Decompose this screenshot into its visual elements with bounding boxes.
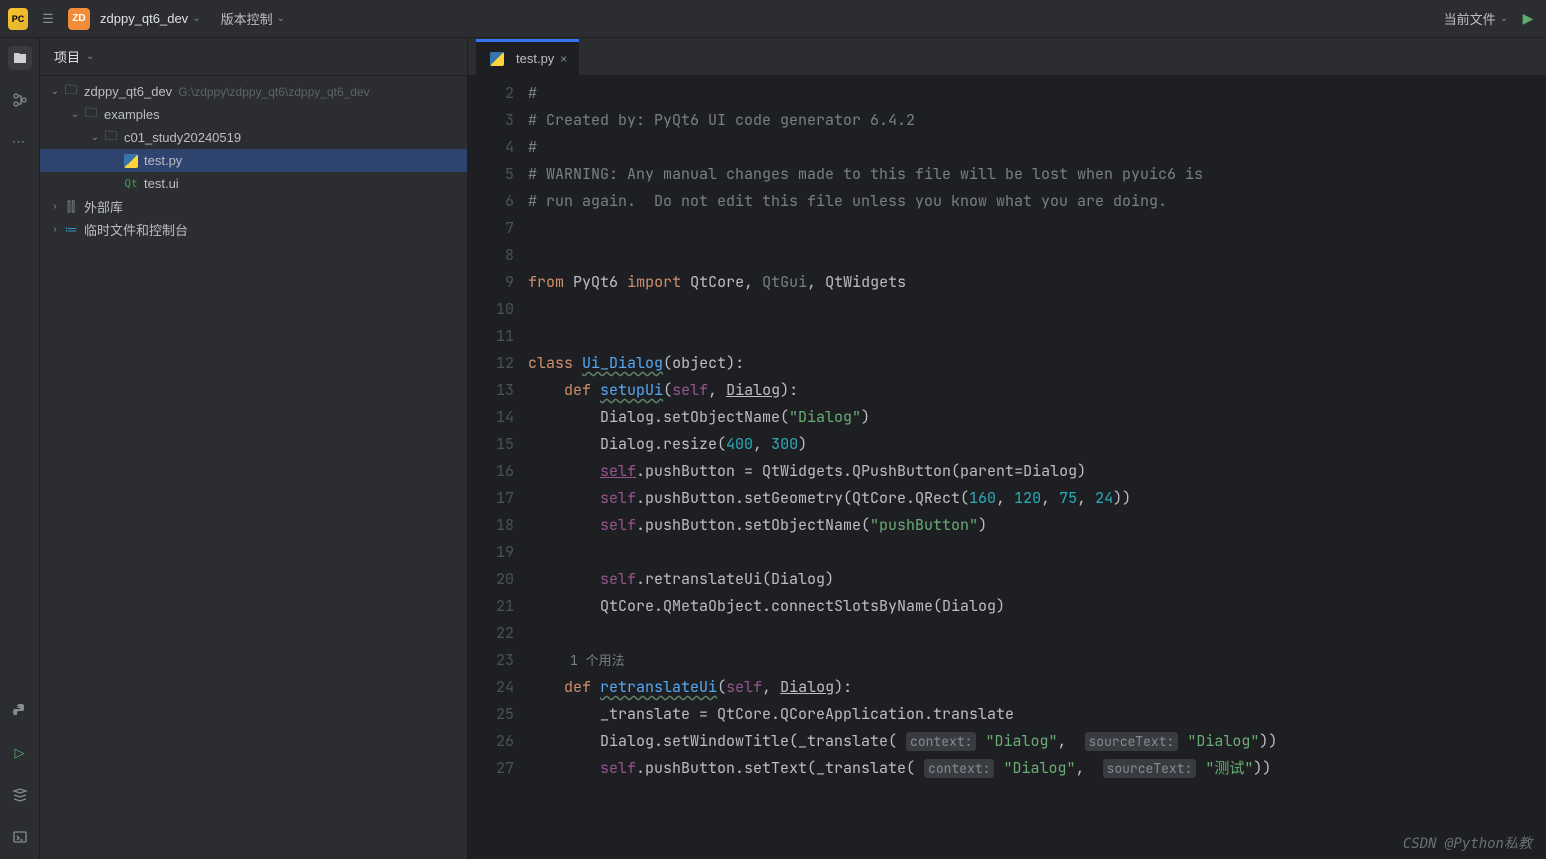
gutter-line: 8 — [468, 242, 514, 269]
gutter-line: 11 — [468, 323, 514, 350]
gutter-line: 18 — [468, 512, 514, 539]
gutter-line: 7 — [468, 215, 514, 242]
gutter-line: 4 — [468, 134, 514, 161]
folder-icon: 🗀 — [82, 104, 100, 126]
gutter-line: 9 — [468, 269, 514, 296]
project-name-dropdown[interactable]: zdppy_qt6_dev ⌄ — [100, 11, 201, 26]
gutter-line: 27 — [468, 755, 514, 782]
tree-label: 临时文件和控制台 — [84, 220, 188, 239]
tab-test-py[interactable]: test.py × — [476, 39, 579, 75]
python-console-icon[interactable] — [8, 699, 32, 723]
tab-bar: test.py × — [468, 38, 1546, 76]
top-left-group: PC ☰ ZD zdppy_qt6_dev ⌄ 版本控制 ⌄ — [8, 8, 285, 30]
gutter-line: 19 — [468, 539, 514, 566]
project-tool-icon[interactable] — [8, 46, 32, 70]
library-icon: ⫿⫿ — [62, 199, 80, 215]
chevron-down-icon: ⌄ — [192, 13, 200, 24]
editor-area: test.py × 234567891011121314151617181920… — [468, 38, 1546, 859]
gutter-line: 20 — [468, 566, 514, 593]
tree-label: test.py — [144, 153, 182, 168]
project-tree: ⌄ 🗀 zdppy_qt6_dev G:\zdppy\zdppy_qt6\zdp… — [40, 76, 467, 245]
tree-external-libs[interactable]: › ⫿⫿ 外部库 — [40, 195, 467, 218]
gutter-line: 25 — [468, 701, 514, 728]
gutter-line: 3 — [468, 107, 514, 134]
top-bar: PC ☰ ZD zdppy_qt6_dev ⌄ 版本控制 ⌄ 当前文件 ⌄ ▶ — [0, 0, 1546, 38]
run-tool-icon[interactable]: ▷ — [8, 741, 32, 765]
gutter-line: 22 — [468, 620, 514, 647]
more-tool-icon[interactable]: ⋯ — [8, 130, 32, 154]
tree-root[interactable]: ⌄ 🗀 zdppy_qt6_dev G:\zdppy\zdppy_qt6\zdp… — [40, 80, 467, 103]
close-icon[interactable]: × — [560, 52, 567, 66]
tree-folder-study[interactable]: ⌄ 🗀 c01_study20240519 — [40, 126, 467, 149]
gutter-line: 6 — [468, 188, 514, 215]
gutter-line: 24 — [468, 674, 514, 701]
gutter-line: 12 — [468, 350, 514, 377]
tree-path: G:\zdppy\zdppy_qt6\zdppy_qt6_dev — [178, 85, 369, 99]
tree-scratches[interactable]: › ≔ 临时文件和控制台 — [40, 218, 467, 241]
gutter-line: 16 — [468, 458, 514, 485]
version-control-dropdown[interactable]: 版本控制 ⌄ — [221, 9, 285, 28]
code-editor[interactable]: 2345678910111213141516171819202122232425… — [468, 76, 1546, 859]
left-tool-rail: ⋯ ▷ — [0, 38, 40, 859]
tree-folder-examples[interactable]: ⌄ 🗀 examples — [40, 103, 467, 126]
services-tool-icon[interactable] — [8, 783, 32, 807]
project-panel-title: 项目 — [54, 47, 80, 66]
tree-label: test.ui — [144, 176, 179, 191]
collapse-icon[interactable]: › — [48, 224, 62, 235]
chevron-down-icon: ⌄ — [277, 13, 285, 24]
top-right-group: 当前文件 ⌄ ▶ — [1444, 9, 1538, 29]
gutter-line: 13 — [468, 377, 514, 404]
run-icon[interactable]: ▶ — [1518, 9, 1538, 29]
gutter-line: 26 — [468, 728, 514, 755]
expand-icon[interactable]: ⌄ — [68, 109, 82, 120]
gutter-line: 10 — [468, 296, 514, 323]
gutter-line: 21 — [468, 593, 514, 620]
current-file-dropdown[interactable]: 当前文件 ⌄ — [1444, 9, 1508, 28]
python-file-icon — [488, 52, 506, 66]
collapse-icon[interactable]: › — [48, 201, 62, 212]
expand-icon[interactable]: ⌄ — [88, 132, 102, 143]
project-badge-icon: ZD — [68, 8, 90, 30]
pycharm-logo-icon: PC — [8, 9, 28, 29]
folder-icon: 🗀 — [102, 127, 120, 149]
expand-icon[interactable]: ⌄ — [48, 86, 62, 97]
chevron-down-icon: ⌄ — [1500, 13, 1508, 24]
tree-file-test-ui[interactable]: Qt test.ui — [40, 172, 467, 195]
current-file-label: 当前文件 — [1444, 9, 1496, 28]
python-file-icon — [122, 154, 140, 168]
qt-ui-file-icon: Qt — [122, 177, 140, 190]
project-panel: 项目 ⌄ ⌄ 🗀 zdppy_qt6_dev G:\zdppy\zdppy_qt… — [40, 38, 468, 859]
folder-icon: 🗀 — [62, 81, 80, 103]
main-menu-icon[interactable]: ☰ — [38, 9, 58, 29]
tree-label: c01_study20240519 — [124, 130, 241, 145]
tree-label: examples — [104, 107, 160, 122]
gutter-line: 23 — [468, 647, 514, 674]
scratches-icon: ≔ — [62, 222, 80, 238]
gutter: 2345678910111213141516171819202122232425… — [468, 76, 528, 859]
code-content[interactable]: # # Created by: PyQt6 UI code generator … — [528, 76, 1546, 859]
structure-tool-icon[interactable] — [8, 88, 32, 112]
tree-file-test-py[interactable]: test.py — [40, 149, 467, 172]
tree-label: zdppy_qt6_dev — [84, 84, 172, 99]
tab-label: test.py — [516, 51, 554, 66]
project-panel-header: 项目 ⌄ — [40, 38, 467, 76]
gutter-line: 17 — [468, 485, 514, 512]
gutter-line: 15 — [468, 431, 514, 458]
watermark: CSDN @Python私教 — [1403, 833, 1532, 853]
version-control-label: 版本控制 — [221, 9, 273, 28]
chevron-down-icon[interactable]: ⌄ — [86, 51, 94, 62]
gutter-line: 14 — [468, 404, 514, 431]
project-name-label: zdppy_qt6_dev — [100, 11, 188, 26]
terminal-tool-icon[interactable] — [8, 825, 32, 849]
gutter-line: 2 — [468, 80, 514, 107]
tree-label: 外部库 — [84, 197, 123, 216]
gutter-line: 5 — [468, 161, 514, 188]
